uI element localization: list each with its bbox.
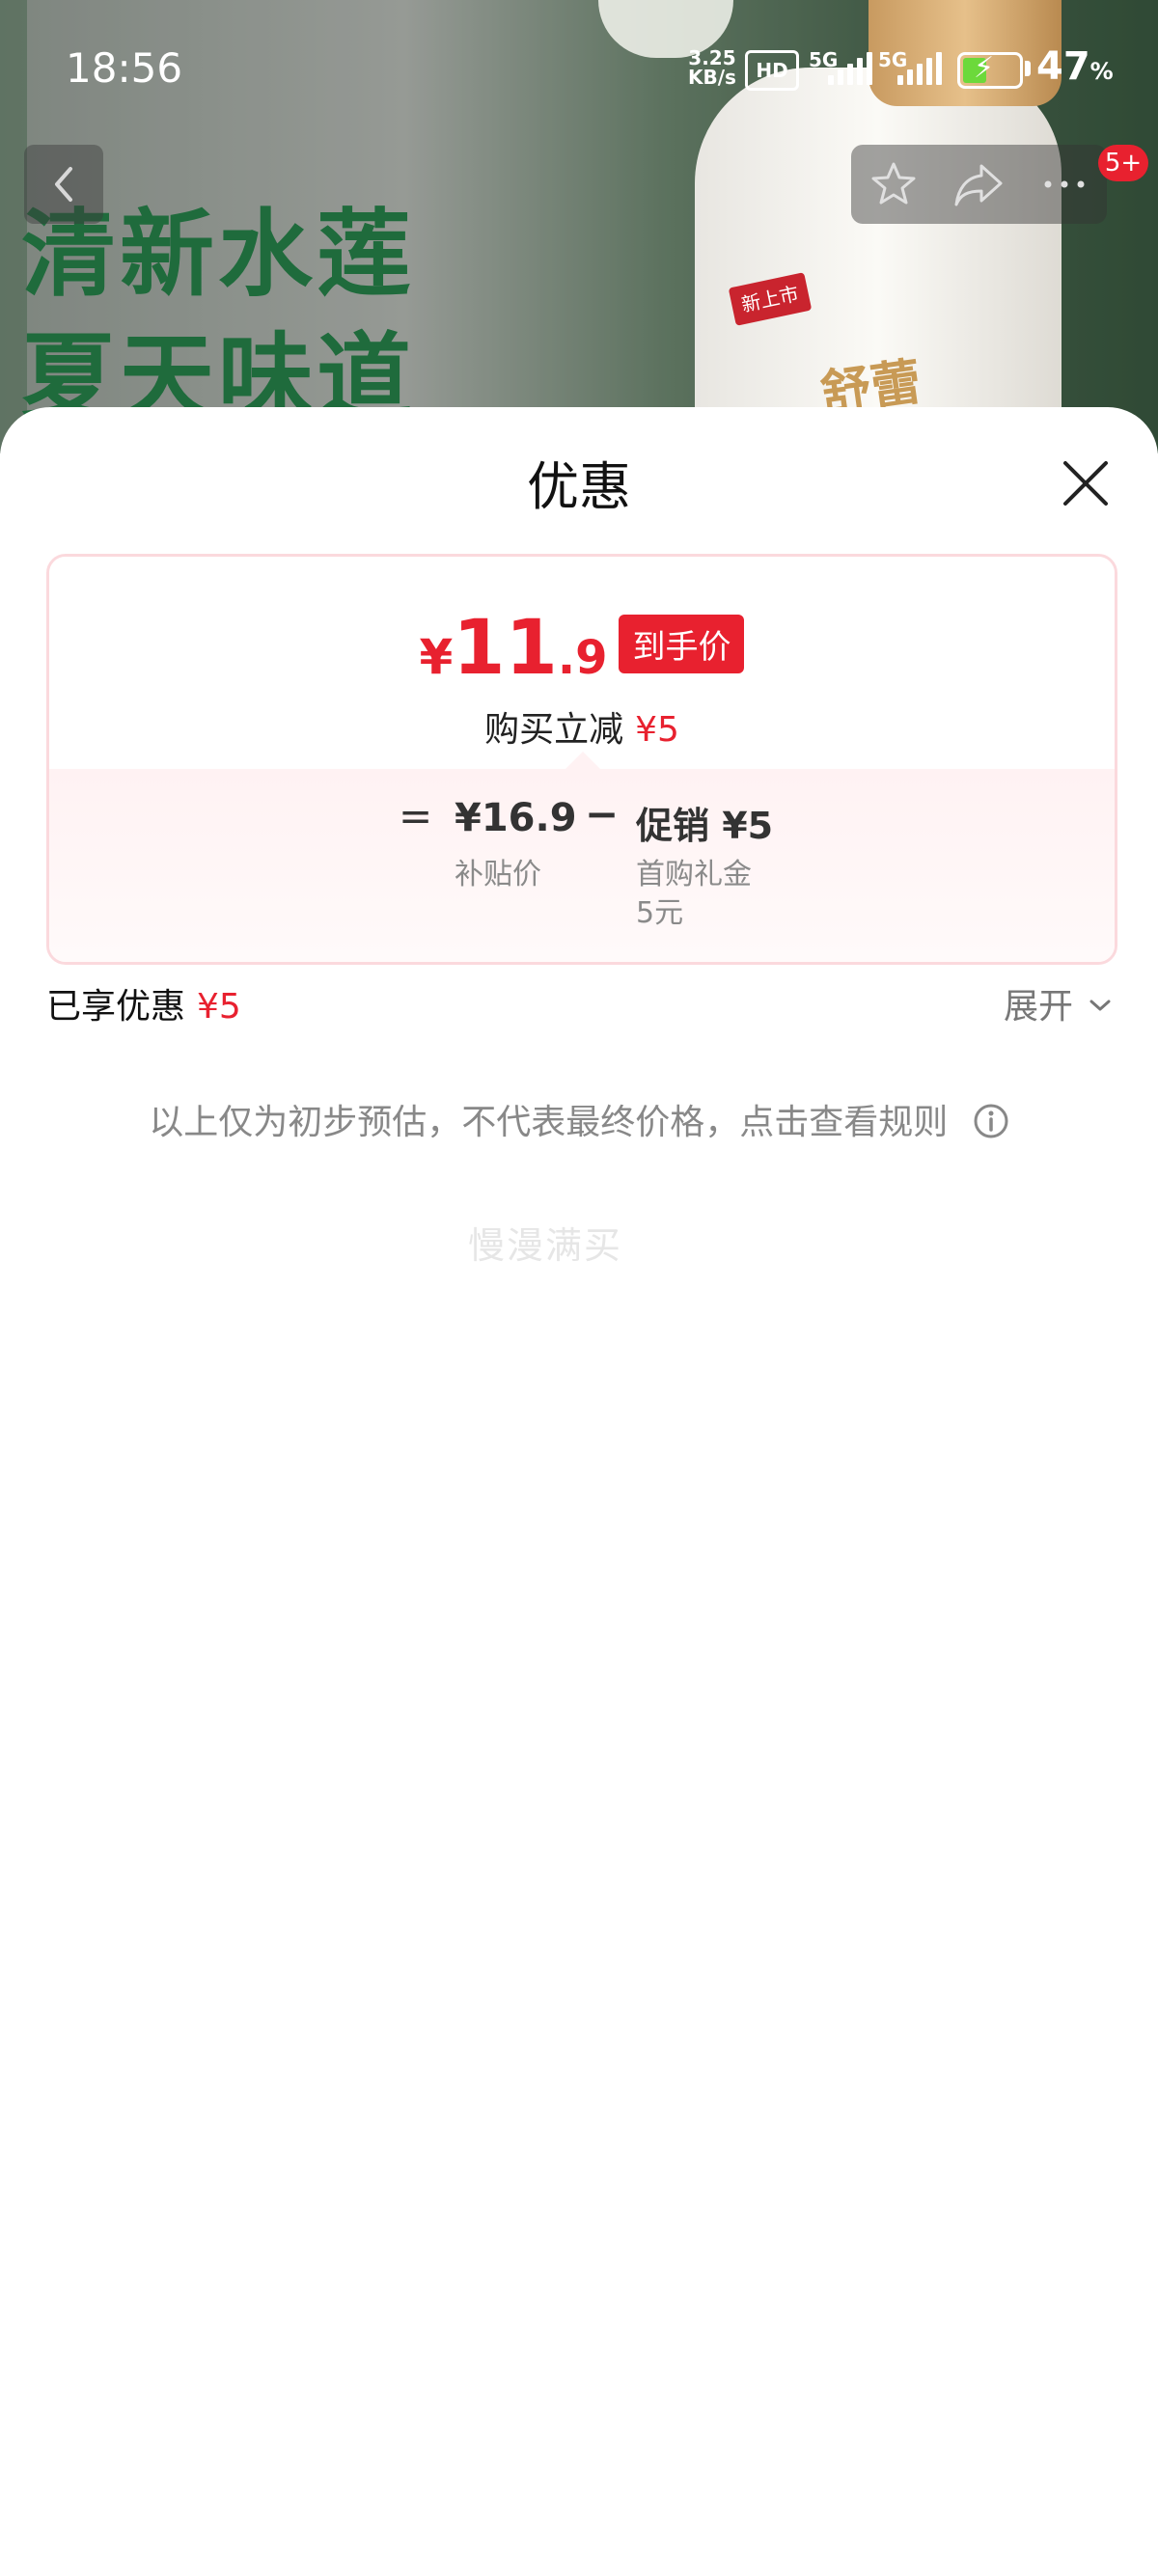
hd-voice-icon: HD: [745, 50, 799, 91]
price-formula-section: = ¥16.9 补贴价 − 促销 ¥5 首购礼金 5元: [49, 752, 1115, 962]
battery-percent-unit: %: [1089, 58, 1114, 85]
battery-percent: 47%: [1036, 44, 1114, 89]
subsidy-price: ¥16.9: [455, 796, 577, 840]
chevron-down-icon[interactable]: [1089, 998, 1112, 1013]
promo-amount: 5元: [636, 896, 684, 930]
promo-title: 促销 ¥5: [636, 805, 774, 847]
promo-label: 首购礼金: [636, 858, 752, 891]
save-amount: ¥5: [635, 710, 679, 750]
final-price-tag: 到手价: [619, 615, 745, 673]
disclaimer-text: 以上仅为初步预估，不代表最终价格，点击查看规则: [149, 1103, 949, 1142]
equals-sign: =: [399, 792, 433, 839]
battery-icon: ⚡: [957, 52, 1023, 89]
enjoyed-amount: ¥5: [197, 987, 241, 1027]
chevron-left-icon: [55, 167, 72, 202]
share-button[interactable]: [936, 145, 1021, 224]
rules-link[interactable]: 以上仅为初步预估，不代表最终价格，点击查看规则: [0, 1094, 1158, 1144]
message-count-badge: 5+: [1098, 145, 1148, 181]
save-label: 购买立减: [484, 710, 624, 750]
share-arrow-icon: [954, 164, 1003, 206]
info-icon[interactable]: [973, 1103, 1009, 1139]
hero-slogan: 清新水莲 夏天味道: [21, 193, 415, 440]
signal-strength-icon: [828, 52, 872, 85]
final-price-integer: 11: [453, 605, 558, 692]
final-price: ¥11.9: [420, 605, 608, 692]
discount-sheet: 优惠 ¥11.9 到手价 购买立减 ¥5 = ¥16.9 补贴价 − 促销 ¥5 首…: [0, 407, 1158, 2576]
status-time: 18:56: [66, 44, 183, 92]
star-icon: [871, 162, 916, 205]
final-price-row: ¥11.9 到手价: [49, 605, 1115, 692]
network-speed: 3.25 KB/s: [688, 48, 736, 87]
network-speed-value: 3.25: [688, 46, 736, 69]
close-icon: [1063, 461, 1108, 506]
enjoyed-label: 已享优惠: [46, 987, 186, 1027]
network-speed-unit: KB/s: [688, 66, 736, 89]
notch: [565, 752, 600, 769]
final-price-decimal: .9: [557, 631, 608, 685]
close-button[interactable]: [1052, 450, 1119, 517]
currency-symbol: ¥: [419, 629, 454, 685]
enjoyed-discount: 已享优惠 ¥5: [46, 978, 241, 1028]
more-button[interactable]: [1022, 145, 1107, 224]
minus-sign: −: [585, 790, 620, 837]
sheet-title: 优惠: [527, 456, 631, 517]
status-bar: 18:56 3.25 KB/s HD 5G 5G ⚡ 47%: [0, 0, 1158, 135]
battery-tip: [1025, 61, 1031, 76]
favorite-button[interactable]: [851, 145, 936, 224]
battery-percent-value: 47: [1036, 44, 1090, 89]
signal-strength-2-icon: [897, 52, 942, 85]
watermark-text: 慢漫满买: [468, 1224, 623, 1267]
expand-button[interactable]: 展开: [1004, 978, 1073, 1028]
price-breakdown-card: ¥11.9 到手价 购买立减 ¥5 = ¥16.9 补贴价 − 促销 ¥5 首购礼金…: [46, 554, 1117, 965]
back-button[interactable]: [24, 145, 103, 224]
subsidy-label: 补贴价: [455, 858, 541, 891]
more-dots-icon: [1044, 180, 1085, 188]
top-action-group: [851, 145, 1107, 224]
charging-bolt-icon: ⚡: [974, 51, 995, 85]
final-price-section: ¥11.9 到手价 购买立减 ¥5: [49, 557, 1115, 769]
save-row: 购买立减 ¥5: [49, 701, 1115, 752]
